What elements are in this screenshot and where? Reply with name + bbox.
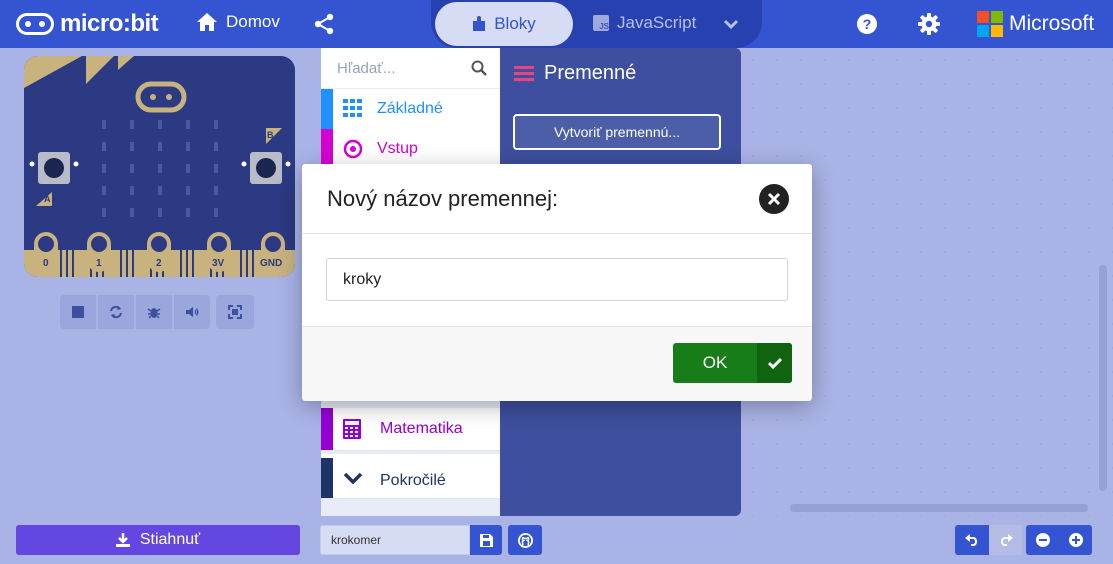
github-button[interactable]: [508, 525, 542, 555]
chevron-down-icon[interactable]: [723, 16, 739, 32]
tab-javascript[interactable]: JS JavaScript: [593, 13, 696, 33]
save-icon: [479, 533, 493, 547]
undo-icon: [964, 534, 977, 546]
close-button[interactable]: [759, 184, 789, 214]
editor-tabs: Bloky JS JavaScript: [431, 0, 762, 48]
home-label: Domov: [226, 12, 280, 31]
microbit-logo[interactable]: micro:bit: [16, 10, 159, 38]
tab-blocks-label: Bloky: [494, 14, 536, 33]
ok-button[interactable]: OK: [673, 343, 792, 383]
dialog-title: Nový názov premennej:: [327, 186, 559, 211]
tab-blocks[interactable]: Bloky: [435, 2, 573, 46]
logo-text: micro:bit: [60, 10, 159, 37]
download-icon: [115, 533, 130, 547]
editor-toolbar: Stiahnuť: [0, 516, 1113, 564]
top-menu-bar: micro:bit Domov Bloky JS JavaScript ? Mi…: [0, 0, 1113, 48]
help-icon[interactable]: ?: [856, 13, 878, 35]
close-icon: [767, 192, 781, 206]
svg-text:?: ?: [863, 16, 872, 32]
download-button[interactable]: Stiahnuť: [16, 525, 300, 555]
save-button[interactable]: [470, 525, 502, 555]
microsoft-logo[interactable]: Microsoft: [977, 11, 1094, 37]
dialog-divider: [302, 233, 812, 234]
redo-icon: [1000, 534, 1013, 546]
share-icon[interactable]: [313, 13, 335, 35]
home-button[interactable]: Domov: [196, 12, 280, 32]
variable-name-input[interactable]: [326, 258, 788, 301]
github-icon: [517, 532, 533, 548]
puzzle-icon: [473, 16, 486, 31]
gear-icon[interactable]: [918, 13, 940, 35]
new-variable-dialog: Nový názov premennej: OK: [302, 164, 812, 401]
microsoft-label: Microsoft: [1009, 12, 1095, 35]
microsoft-icon: [977, 11, 1003, 37]
microbit-logo-icon: [16, 13, 54, 35]
zoom-in-button[interactable]: [1059, 525, 1092, 555]
zoom-out-icon: [1035, 533, 1050, 547]
ok-label: OK: [702, 353, 728, 372]
tab-javascript-label: JavaScript: [617, 13, 697, 32]
undo-button[interactable]: [955, 525, 989, 555]
project-name-input[interactable]: [320, 525, 470, 555]
zoom-in-icon: [1068, 533, 1083, 547]
redo-button[interactable]: [989, 525, 1022, 555]
zoom-out-button[interactable]: [1026, 525, 1059, 555]
dialog-footer: OK: [302, 326, 812, 401]
js-icon: JS: [593, 15, 609, 31]
checkmark-icon: [757, 343, 792, 383]
download-label: Stiahnuť: [139, 531, 201, 548]
home-icon: [197, 13, 217, 31]
